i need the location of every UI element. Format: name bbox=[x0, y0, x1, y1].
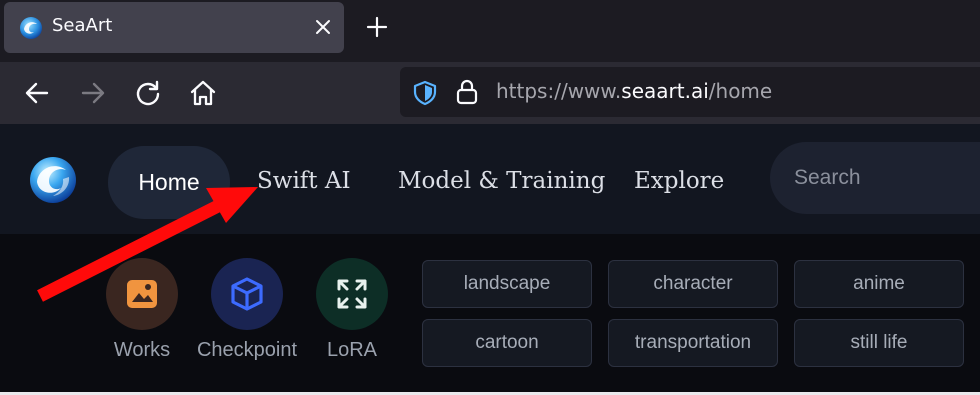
forward-arrow-icon[interactable] bbox=[79, 79, 107, 107]
url-bar[interactable]: https://www.seaart.ai/home bbox=[400, 67, 980, 117]
category-area: Works Checkpoint LoRA landscape characte… bbox=[0, 234, 980, 392]
cube-icon bbox=[231, 277, 263, 311]
browser-nav-bar: https://www.seaart.ai/home bbox=[0, 62, 980, 124]
browser-tab-bar: SeaArt bbox=[0, 0, 980, 62]
reload-icon[interactable] bbox=[134, 79, 162, 107]
back-arrow-icon[interactable] bbox=[23, 79, 51, 107]
category-label: LoRA bbox=[326, 339, 378, 361]
url-scheme: https://www. bbox=[496, 79, 622, 103]
url-text[interactable]: https://www.seaart.ai/home bbox=[496, 79, 772, 103]
tag-character[interactable]: character bbox=[608, 260, 778, 308]
tag-transportation[interactable]: transportation bbox=[608, 319, 778, 367]
tag-cartoon[interactable]: cartoon bbox=[422, 319, 592, 367]
seaart-favicon-icon bbox=[20, 17, 42, 39]
nav-model-training-link[interactable]: Model & Training bbox=[398, 168, 605, 194]
seaart-logo-icon[interactable] bbox=[28, 155, 78, 205]
new-tab-plus-icon[interactable] bbox=[365, 15, 389, 39]
works-icon-circle bbox=[106, 258, 178, 330]
lora-icon-circle bbox=[316, 258, 388, 330]
url-path: /home bbox=[708, 79, 773, 103]
nav-home-button[interactable]: Home bbox=[108, 146, 230, 219]
category-works[interactable]: Works bbox=[87, 258, 197, 362]
category-label: Checkpoint bbox=[196, 339, 298, 361]
tracking-protection-shield-icon[interactable] bbox=[412, 80, 438, 106]
lock-icon[interactable] bbox=[455, 79, 479, 105]
category-label: Works bbox=[113, 339, 171, 361]
url-domain: seaart.ai bbox=[621, 79, 709, 103]
site-header: Home Swift AI Model & Training Explore bbox=[0, 124, 980, 234]
checkpoint-icon-circle bbox=[211, 258, 283, 330]
nav-explore-link[interactable]: Explore bbox=[634, 168, 724, 194]
image-icon bbox=[127, 280, 157, 308]
browser-tab[interactable]: SeaArt bbox=[4, 2, 344, 53]
tag-landscape[interactable]: landscape bbox=[422, 260, 592, 308]
nav-swift-ai-link[interactable]: Swift AI bbox=[257, 168, 351, 194]
tab-title: SeaArt bbox=[52, 15, 113, 36]
expand-icon bbox=[337, 279, 367, 309]
close-tab-icon[interactable] bbox=[313, 17, 333, 37]
category-lora[interactable]: LoRA bbox=[297, 258, 407, 362]
tag-still-life[interactable]: still life bbox=[794, 319, 964, 367]
category-checkpoint[interactable]: Checkpoint bbox=[192, 258, 302, 362]
search-box[interactable] bbox=[770, 142, 980, 214]
tag-anime[interactable]: anime bbox=[794, 260, 964, 308]
home-icon[interactable] bbox=[189, 79, 217, 107]
search-input[interactable] bbox=[794, 142, 980, 214]
